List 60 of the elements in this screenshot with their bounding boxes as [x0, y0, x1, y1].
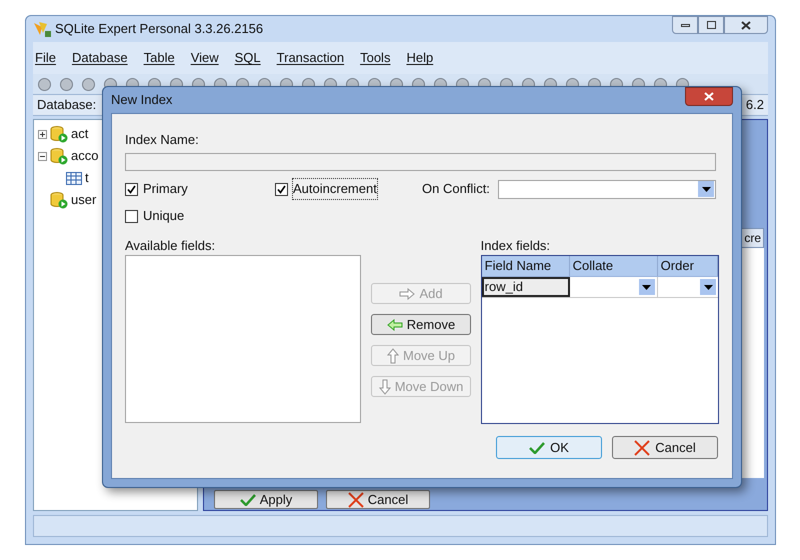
checkbox-label: Unique	[143, 207, 184, 226]
field-label: Index Name:	[125, 131, 200, 148]
field-label: Available fields:	[125, 237, 216, 254]
version-text: 6.2	[746, 96, 764, 114]
tree-item[interactable]: act	[71, 124, 88, 144]
menu-item[interactable]: Help	[406, 48, 434, 68]
checkbox[interactable]	[125, 210, 138, 222]
menu-item[interactable]: File	[35, 48, 56, 68]
tree-item[interactable]: t	[85, 168, 89, 188]
up-arrow-icon	[387, 348, 399, 364]
close-icon	[704, 92, 714, 101]
down-arrow-icon	[378, 378, 391, 394]
menu-item[interactable]: Tools	[360, 48, 390, 68]
menu-item[interactable]: SQL	[234, 48, 261, 68]
plus-icon	[39, 130, 46, 138]
cancel-button[interactable]: Cancel	[612, 436, 718, 459]
tree-item[interactable]: user	[71, 190, 96, 210]
close-button[interactable]	[724, 16, 768, 34]
field-label: Index fields:	[480, 237, 552, 254]
database-icon	[50, 147, 68, 165]
available-fields-list[interactable]	[125, 255, 362, 423]
index-name-field[interactable]	[125, 153, 716, 171]
field-label: On Conflict:	[422, 180, 490, 198]
check-icon	[529, 442, 546, 454]
left-arrow-icon	[386, 318, 403, 330]
checkbox[interactable]	[275, 182, 288, 196]
close-icon	[741, 20, 751, 30]
cross-icon	[634, 440, 650, 456]
remove-button[interactable]: Remove	[371, 314, 471, 335]
window-title: SQLite Expert Personal 3.3.26.2156	[55, 20, 264, 38]
minimize-button[interactable]	[672, 16, 698, 34]
column-header: cre	[741, 228, 764, 248]
menu-item[interactable]: View	[190, 48, 219, 68]
database-label: Database:	[37, 96, 96, 114]
database-icon	[50, 125, 68, 143]
expand-toggle[interactable]	[38, 130, 47, 138]
checkbox-label: Autoincrement	[293, 179, 377, 199]
checkbox[interactable]	[125, 182, 138, 196]
cross-icon	[348, 492, 364, 508]
ok-button[interactable]: OK	[496, 436, 602, 459]
right-arrow-icon	[399, 288, 416, 300]
collapse-toggle[interactable]	[38, 152, 47, 160]
close-button[interactable]	[685, 87, 733, 106]
dialog-title: New Index	[111, 91, 172, 110]
maximize-button[interactable]	[698, 16, 724, 34]
apply-button[interactable]: Apply	[214, 490, 318, 509]
table-icon	[66, 172, 82, 184]
tree-item[interactable]: acco	[71, 146, 98, 166]
database-icon	[50, 191, 68, 209]
column-header[interactable]: Order	[658, 256, 718, 276]
menu-item[interactable]: Transaction	[276, 48, 344, 68]
column-header[interactable]: Collate	[570, 256, 658, 276]
cancel-button[interactable]: Cancel	[326, 490, 430, 509]
menu-item[interactable]: Database	[72, 48, 128, 68]
feather-icon	[33, 21, 51, 37]
menu-item[interactable]: Table	[144, 48, 175, 68]
checkbox-label: Primary	[143, 180, 188, 198]
table-cell[interactable]: row_id	[482, 277, 570, 297]
column-header[interactable]: Field Name	[482, 256, 570, 276]
check-icon	[240, 494, 256, 506]
